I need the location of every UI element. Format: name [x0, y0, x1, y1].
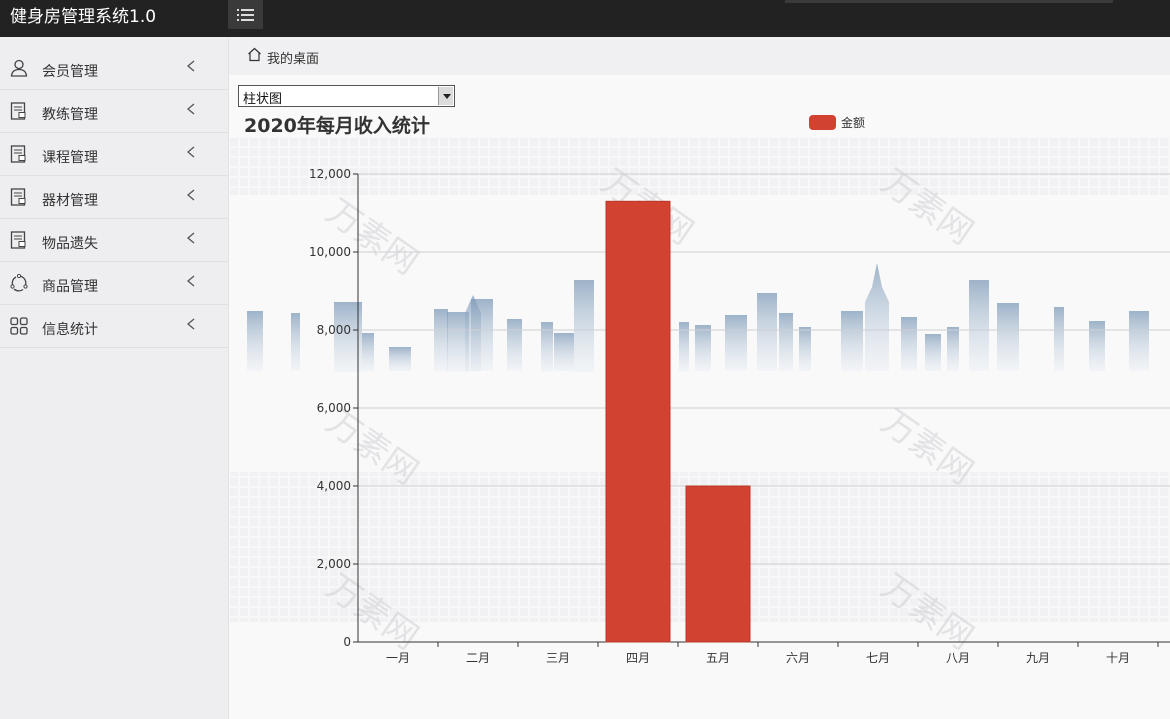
x-axis-tick-label: 四月: [626, 651, 650, 665]
x-axis-tick-label: 三月: [546, 651, 570, 665]
revenue-bar-chart: 万素网 万素网 万素网 万素网 万素网 万素网 万素网 02,0004,0006…: [229, 137, 1170, 665]
y-axis-tick-label: 10,000: [309, 245, 351, 259]
x-axis-tick-label: 二月: [466, 651, 490, 665]
y-axis-tick-label: 0: [343, 635, 351, 649]
legend-label: 金额: [841, 116, 866, 130]
sidebar-item-label: 商品管理: [42, 279, 98, 295]
y-axis-tick-label: 2,000: [317, 557, 351, 571]
chevron-left-icon: [186, 275, 195, 287]
y-axis-tick-label: 8,000: [317, 323, 351, 337]
user-icon: [10, 59, 28, 77]
x-axis-tick-label: 八月: [946, 651, 970, 665]
breadcrumb: 我的桌面: [229, 37, 1170, 75]
home-icon: [248, 47, 261, 62]
document-icon: [10, 102, 26, 120]
sidebar-item-label: 信息统计: [42, 322, 98, 338]
y-axis-tick-label: 12,000: [309, 167, 351, 181]
chevron-left-icon: [186, 189, 195, 201]
sidebar-item-equipment[interactable]: 器材管理: [0, 176, 228, 219]
sidebar-item-lost-items[interactable]: 物品遗失: [0, 219, 228, 262]
app-title: 健身房管理系统1.0: [10, 7, 157, 27]
chevron-left-icon: [186, 232, 195, 244]
sidebar-item-courses[interactable]: 课程管理: [0, 133, 228, 176]
menu-toggle-button[interactable]: [228, 0, 263, 29]
x-axis-tick-label: 十月: [1106, 651, 1130, 665]
sidebar-item-label: 会员管理: [42, 64, 98, 80]
city-skyline-illustration: [247, 263, 1149, 372]
sidebar-item-label: 器材管理: [42, 193, 98, 209]
sidebar-item-coaches[interactable]: 教练管理: [0, 90, 228, 133]
main-content: 我的桌面 万素网 万素网 万素网 万素网 万素网 万素网 0 2,000 4,0…: [229, 37, 1170, 719]
bar: [605, 200, 671, 643]
y-axis-tick-label: 6,000: [317, 401, 351, 415]
chevron-left-icon: [186, 146, 195, 158]
x-axis-tick-label: 七月: [866, 651, 890, 665]
x-axis-tick-label: 九月: [1026, 651, 1050, 665]
chart-type-select-value: 柱状图: [243, 92, 283, 107]
chevron-left-icon: [186, 318, 195, 330]
x-axis-tick-label: 五月: [706, 651, 730, 665]
sidebar-item-label: 教练管理: [42, 107, 98, 123]
sidebar-item-label: 课程管理: [42, 150, 98, 166]
document-icon: [10, 231, 26, 249]
top-bar: 健身房管理系统1.0: [0, 0, 1170, 37]
legend-swatch: [809, 115, 836, 130]
chart-type-select[interactable]: 柱状图: [238, 85, 455, 107]
chevron-left-icon: [186, 103, 195, 115]
grid-icon: [10, 317, 28, 335]
x-axis-tick-label: 六月: [786, 651, 810, 665]
y-axis-tick-label: 4,000: [317, 479, 351, 493]
chart-title: 2020年每月收入统计: [244, 115, 430, 137]
top-search-bar[interactable]: [785, 0, 1113, 3]
document-icon: [10, 188, 26, 206]
document-icon: [10, 145, 26, 163]
chevron-left-icon: [186, 60, 195, 72]
sidebar-item-products[interactable]: 商品管理: [0, 262, 228, 305]
hamburger-icon: [237, 8, 254, 21]
sidebar-item-members[interactable]: 会员管理: [0, 47, 228, 90]
breadcrumb-label[interactable]: 我的桌面: [267, 48, 319, 67]
sidebar: 会员管理 教练管理 课程管理 器材管理 物品遗失 商品管理 信息统计: [0, 37, 229, 719]
sidebar-item-statistics[interactable]: 信息统计: [0, 305, 228, 348]
x-axis-tick-label: 一月: [386, 651, 410, 665]
chevron-down-icon[interactable]: [438, 87, 453, 105]
bar: [685, 485, 751, 643]
svg-text:万素网: 万素网: [319, 192, 425, 283]
sidebar-item-label: 物品遗失: [42, 236, 98, 252]
share-icon: [10, 274, 28, 292]
